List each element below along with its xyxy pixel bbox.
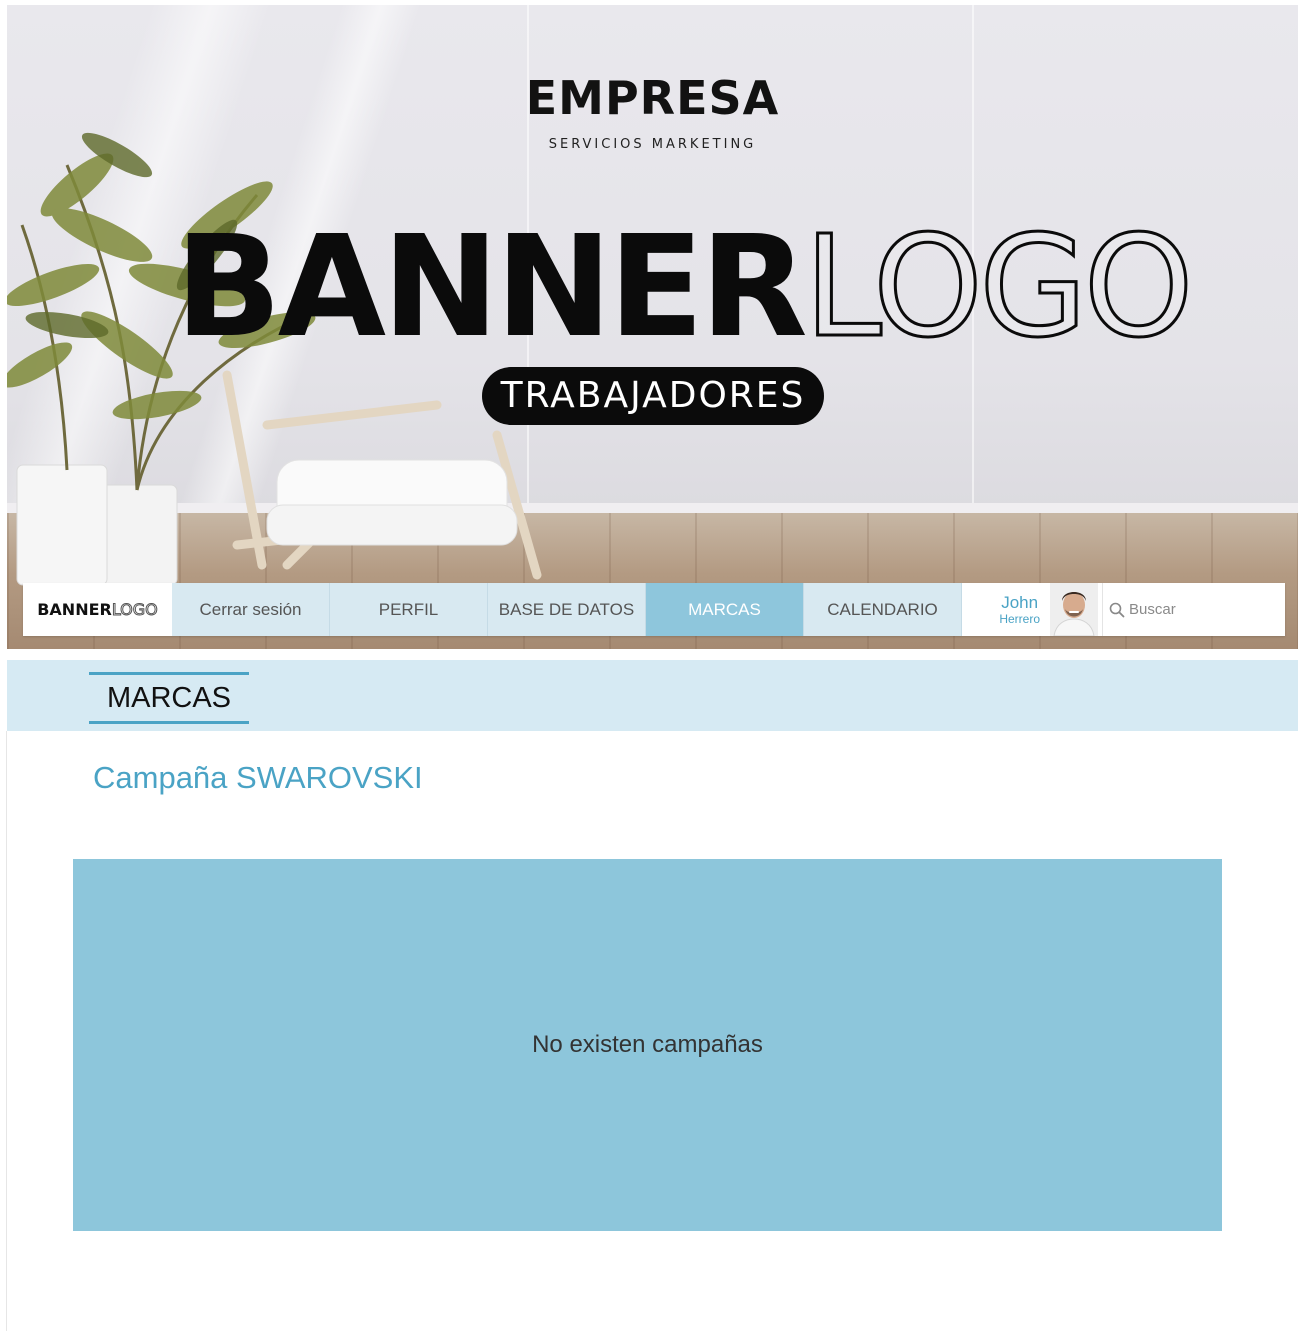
content-border: [6, 731, 7, 1331]
banner-logo: BANNERLOGO: [175, 211, 1195, 364]
nav-logo-outline: LOGO: [111, 600, 158, 620]
user-profile[interactable]: John Herrero: [962, 583, 1102, 636]
empty-state-message: No existen campañas: [532, 1031, 763, 1058]
hero-banner: EMPRESA SERVICIOS MARKETING BANNERLOGO T…: [7, 5, 1298, 649]
trabajadores-badge: TRABAJADORES: [482, 367, 824, 425]
section-title: MARCAS: [89, 672, 249, 724]
nav-logo-solid: BANNER: [37, 600, 112, 619]
user-name: John Herrero: [999, 592, 1040, 626]
user-last-name: Herrero: [999, 611, 1040, 626]
nav-logo[interactable]: BANNER LOGO: [23, 583, 172, 636]
main-navbar: BANNER LOGO Cerrar sesión PERFIL BASE DE …: [23, 583, 1285, 636]
company-tagline: SERVICIOS MARKETING: [548, 137, 757, 152]
nav-item-marcas[interactable]: MARCAS: [646, 583, 804, 636]
nav-item-perfil[interactable]: PERFIL: [330, 583, 488, 636]
nav-item-base-de-datos[interactable]: BASE DE DATOS: [488, 583, 646, 636]
user-first-name: John: [1001, 592, 1039, 612]
campaigns-empty-state: No existen campañas: [73, 859, 1222, 1231]
avatar[interactable]: [1050, 583, 1098, 636]
search-icon: [1109, 602, 1125, 617]
banner-logo-outline: LOGO: [802, 206, 1195, 369]
nav-item-logout[interactable]: Cerrar sesión: [172, 583, 330, 636]
search-input[interactable]: [1129, 601, 1279, 618]
nav-item-calendario[interactable]: CALENDARIO: [804, 583, 962, 636]
avatar-portrait: [1050, 583, 1098, 636]
company-name: EMPRESA: [525, 71, 780, 125]
search-box[interactable]: [1102, 583, 1285, 636]
section-header: MARCAS: [7, 660, 1298, 731]
banner-logo-solid: BANNER: [175, 206, 808, 369]
campaign-title: Campaña SWAROVSKI: [93, 760, 423, 795]
